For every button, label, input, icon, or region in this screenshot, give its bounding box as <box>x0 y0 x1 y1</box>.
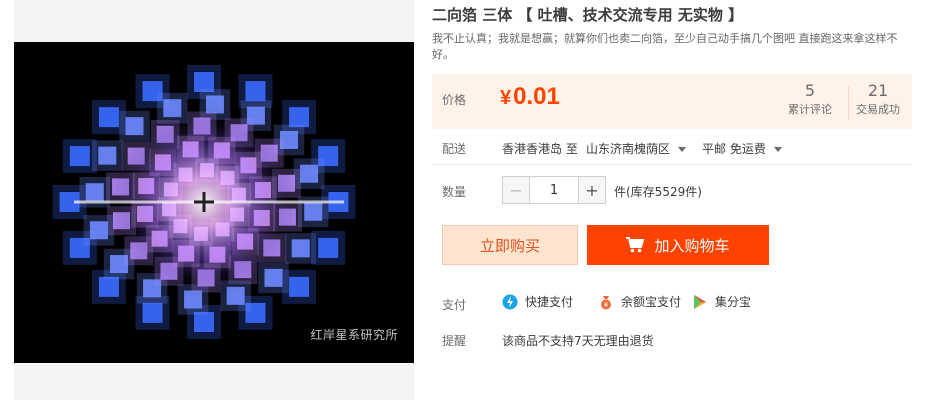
add-to-cart-label: 加入购物车 <box>654 236 730 255</box>
chevron-down-icon <box>678 147 687 152</box>
currency-symbol: ¥ <box>500 87 512 109</box>
image-cube <box>98 146 117 165</box>
shipping-destination: 山东济南槐荫区 <box>586 142 671 156</box>
price-panel: 价格 ¥0.01 5 累计评论 21 交易成功 <box>432 74 912 129</box>
image-cube <box>85 183 104 202</box>
shipping-from: 香港香港岛 <box>502 142 563 156</box>
review-count: 5 <box>804 81 816 100</box>
decrease-button[interactable]: − <box>502 176 530 204</box>
payment-method-yuebao[interactable]: ¥ 余额宝支付 <box>598 293 681 310</box>
payment-method-name: 集分宝 <box>715 295 752 309</box>
product-image[interactable]: 红岸星系研究所 <box>14 42 414 363</box>
image-cube <box>245 81 266 102</box>
chevron-down-icon <box>773 147 782 152</box>
image-cube <box>291 239 310 258</box>
svg-text:¥: ¥ <box>604 301 609 309</box>
payment-label: 支付 <box>442 298 467 312</box>
price-value: ¥0.01 <box>500 83 560 111</box>
image-cube <box>69 146 90 167</box>
add-to-cart-button[interactable]: 加入购物车 <box>587 225 769 265</box>
image-cube <box>289 276 310 297</box>
transaction-stat: 21 交易成功 <box>846 81 910 117</box>
image-cube <box>98 107 119 128</box>
shipping-to-word: 至 <box>565 142 578 156</box>
reminder-label: 提醒 <box>442 334 467 348</box>
product-title: 二向箔 三体 【 吐槽、技术交流专用 无实物 】 <box>432 6 744 24</box>
image-cube <box>194 312 214 332</box>
payment-method-jifenbao[interactable]: 集分宝 <box>692 293 751 310</box>
increase-button[interactable]: + <box>578 176 606 204</box>
image-cube <box>318 237 339 258</box>
yuebao-icon: ¥ <box>598 294 614 310</box>
image-cube <box>289 107 310 128</box>
shipping-fee-select[interactable]: 平邮 免运费 <box>702 140 782 157</box>
image-watermark: 红岸星系研究所 <box>310 328 398 342</box>
stock-info: 件(库存5529件) <box>614 185 702 199</box>
image-cube <box>142 302 163 323</box>
shipping-label: 配送 <box>442 142 467 156</box>
jifenbao-icon <box>692 294 708 310</box>
destination-select[interactable]: 山东济南槐荫区 <box>586 140 687 157</box>
quantity-stepper: − 1 + <box>502 176 606 204</box>
image-cube <box>300 164 319 183</box>
transaction-label: 交易成功 <box>856 103 900 116</box>
image-cube <box>194 72 214 92</box>
quantity-input[interactable]: 1 <box>530 176 578 204</box>
payment-method-quickpay[interactable]: 快捷支付 <box>502 293 573 310</box>
reminder-text: 该商品不支持7天无理由退货 <box>502 334 654 348</box>
payment-method-name: 快捷支付 <box>525 295 574 309</box>
shipping-origin: 香港香港岛 至 <box>502 140 578 157</box>
price-amount: 0.01 <box>513 83 560 110</box>
price-label: 价格 <box>442 93 467 107</box>
product-image-art <box>14 42 414 363</box>
review-label: 累计评论 <box>788 103 832 116</box>
quantity-label: 数量 <box>442 185 467 199</box>
shipping-fee: 平邮 免运费 <box>702 142 766 156</box>
quick-pay-icon <box>502 294 518 310</box>
divider <box>432 164 912 165</box>
image-cube <box>98 276 119 297</box>
review-stat[interactable]: 5 累计评论 <box>778 81 842 117</box>
product-subtitle: 我不止认真；我就是想赢；就算你们也卖二向箔，至少自己动手搞几个图吧 直接跑这来拿… <box>432 32 898 61</box>
image-cube <box>304 202 323 221</box>
buy-now-button[interactable]: 立即购买 <box>442 225 578 265</box>
transaction-count: 21 <box>867 81 889 100</box>
image-cube <box>89 221 108 240</box>
payment-method-name: 余额宝支付 <box>621 295 682 309</box>
cart-icon <box>626 237 645 253</box>
